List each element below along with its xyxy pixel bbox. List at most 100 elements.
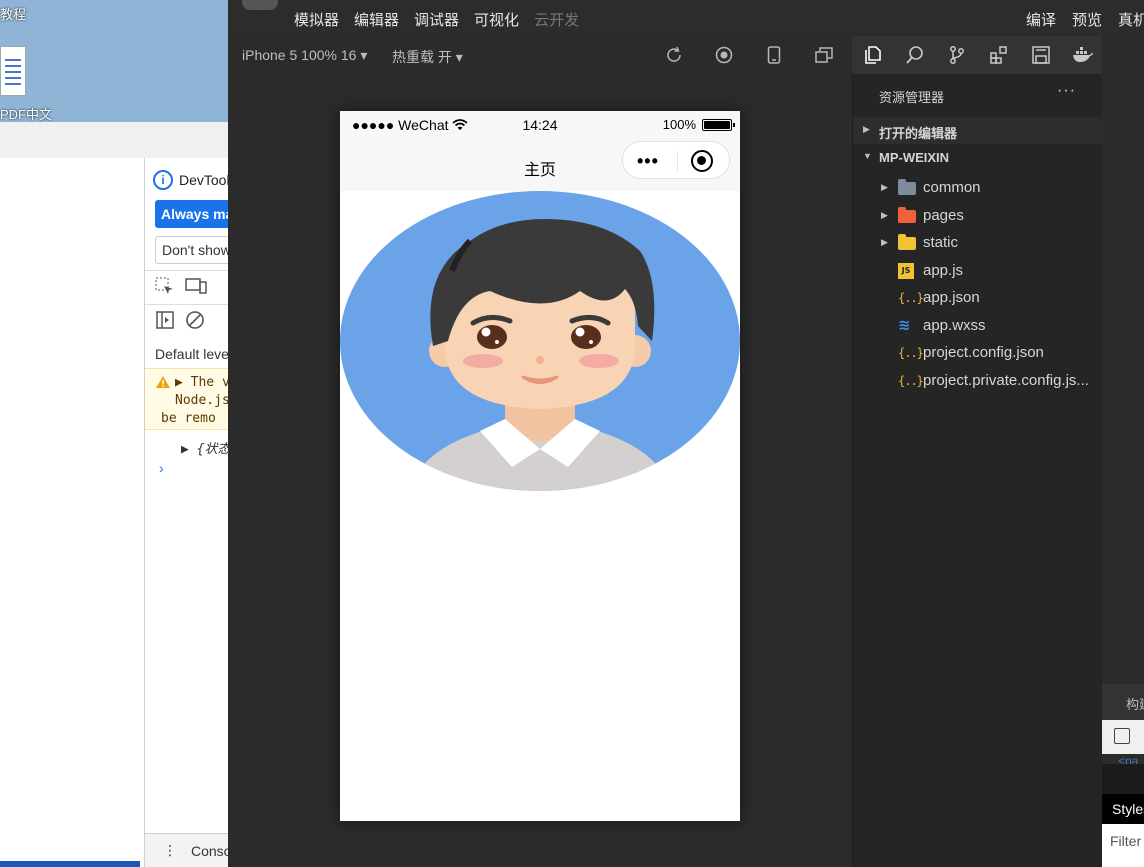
user-avatar[interactable] [242, 0, 278, 10]
css-file-icon: ≋ [898, 316, 911, 334]
capsule-divider [677, 151, 678, 171]
extensions-icon[interactable] [988, 44, 1010, 66]
javascript-file-icon: JS [898, 262, 914, 279]
refresh-icon[interactable] [662, 44, 686, 66]
tree-item-label: project.config.json [923, 344, 1044, 361]
menu-debugger[interactable]: 调试器 [414, 9, 459, 30]
menu-cloud-dev[interactable]: 云开发 [534, 9, 579, 30]
devtools-toolbar [145, 270, 228, 304]
tree-item-project-config-json[interactable]: {..} project.config.json [853, 340, 1103, 367]
battery-status: 100% [662, 117, 735, 132]
devtools-drawer-bar: ⋮ Console [145, 833, 228, 867]
log-levels-dropdown[interactable]: Default levels [155, 346, 228, 362]
avatar-illustration [340, 191, 740, 491]
inspector-spacer [1102, 764, 1144, 794]
sidebar-toggle-icon[interactable] [155, 310, 175, 333]
tree-item-label: pages [923, 206, 964, 224]
desktop-icon-label[interactable]: PDF中文 [0, 104, 52, 123]
explorer-more-icon[interactable]: ··· [1057, 82, 1076, 100]
stop-icon[interactable] [712, 44, 736, 66]
battery-percent: 100% [662, 117, 696, 132]
document-icon[interactable] [0, 46, 26, 96]
build-tab[interactable]: 构建 [1102, 684, 1144, 720]
battery-icon [702, 118, 735, 131]
console-warning-message: ▶ The v Node.js be remo [145, 368, 228, 430]
dont-show-again-button[interactable]: Don't show again [155, 236, 228, 264]
desktop-background: 教程 PDF中文 [0, 0, 228, 122]
styles-tab[interactable]: Styles [1102, 794, 1144, 824]
hot-reload-toggle[interactable]: 热重载 开 ▾ [392, 47, 463, 67]
json-file-icon: {..} [898, 346, 924, 360]
warning-text-line1[interactable]: ▶ The v [175, 375, 228, 390]
tree-item-app-js[interactable]: JS app.js [853, 258, 1103, 285]
battery-fill [704, 120, 730, 129]
files-icon[interactable] [862, 44, 884, 66]
console-object-preview[interactable]: ▶ {状态 [181, 438, 228, 457]
open-editors-section[interactable]: ▶ 打开的编辑器 [853, 117, 1103, 144]
source-control-icon[interactable] [946, 44, 968, 66]
chevron-right-icon: ▶ [863, 124, 870, 134]
styles-filter-input[interactable]: Filter [1102, 824, 1144, 867]
secondary-panel: 构建 <pa Styles Filter [1102, 36, 1144, 867]
compile-button[interactable]: 编译 [1026, 9, 1056, 30]
tree-item-pages[interactable]: ▶ pages [853, 203, 1103, 230]
simulator-area: ●●●●● WeChat 14:24 100% 主页 ••• [228, 74, 852, 867]
devtools-info-text: DevTools [179, 172, 228, 188]
json-file-icon: {..} [898, 373, 924, 388]
project-section[interactable]: ▼ MP-WEIXIN [853, 144, 1103, 171]
more-options-icon[interactable]: ••• [637, 151, 659, 172]
close-miniprogram-icon[interactable] [691, 150, 713, 172]
tree-item-label: app.wxss [923, 316, 986, 334]
search-icon[interactable] [904, 44, 926, 66]
clear-console-icon[interactable] [185, 310, 205, 333]
devtools-info-bar: i DevTools [153, 170, 228, 190]
tree-item-app-wxss[interactable]: ≋ app.wxss [853, 313, 1103, 340]
device-toolbar-icon[interactable] [185, 277, 207, 298]
detach-window-icon[interactable] [812, 44, 836, 66]
phone-navigation-bar: 主页 ••• [340, 139, 740, 191]
open-editors-label: 打开的编辑器 [879, 126, 958, 141]
json-file-icon: {..} [898, 291, 924, 305]
warning-text-line2: Node.js [175, 393, 228, 408]
docker-icon[interactable] [1072, 44, 1094, 66]
ide-menubar: 模拟器 编辑器 调试器 可视化 云开发 编译 预览 真机 [228, 0, 1144, 36]
activity-bar [852, 36, 1102, 74]
chevron-down-icon: ▼ [863, 151, 872, 161]
menu-editor[interactable]: 编辑器 [354, 9, 399, 30]
always-match-language-button[interactable]: Always match Chrome's language [155, 200, 228, 228]
tree-item-static[interactable]: ▶ static [853, 230, 1103, 257]
console-toolbar [145, 304, 228, 338]
tree-item-label: app.json [923, 289, 980, 306]
console-drawer-tab[interactable]: Console [191, 843, 228, 859]
inspector-toolbar [1102, 720, 1144, 754]
console-prompt[interactable]: › [159, 460, 164, 476]
menu-simulator[interactable]: 模拟器 [294, 9, 339, 30]
tree-item-label: project.private.config.js... [923, 371, 1089, 389]
inspect-element-icon[interactable] [155, 277, 175, 298]
menu-visual[interactable]: 可视化 [474, 9, 519, 30]
taskbar-edge [0, 861, 140, 867]
device-selector[interactable]: iPhone 5 100% 16 ▾ [242, 47, 367, 64]
real-device-debug-button[interactable]: 真机 [1118, 9, 1144, 30]
tree-item-app-json[interactable]: {..} app.json [853, 285, 1103, 312]
storage-icon[interactable] [1030, 44, 1052, 66]
more-menu-icon[interactable]: ⋮ [163, 842, 177, 859]
tree-item-common[interactable]: ▶ common [853, 175, 1103, 202]
devtools-panel: i DevTools Always match Chrome's languag… [144, 158, 228, 867]
simulator-toolbar: iPhone 5 100% 16 ▾ 热重载 开 ▾ [228, 36, 852, 74]
tree-item-project-private-config-js[interactable]: {..} project.private.config.js... [853, 368, 1103, 395]
warning-icon [155, 375, 171, 393]
chevron-right-icon: ▶ [881, 209, 888, 220]
explorer-title: 资源管理器 [879, 90, 945, 105]
phone-icon[interactable] [762, 44, 786, 66]
preview-button[interactable]: 预览 [1072, 9, 1102, 30]
select-element-icon[interactable] [1114, 728, 1130, 744]
phone-status-bar: ●●●●● WeChat 14:24 100% [340, 111, 740, 139]
chevron-right-icon: ▶ [881, 237, 888, 247]
chevron-right-icon: ▶ [881, 182, 888, 192]
background-window-titlebar [0, 122, 228, 158]
action-menu: 编译 预览 真机 [1026, 9, 1144, 30]
tree-item-label: common [923, 179, 981, 196]
simulator-actions [662, 44, 836, 66]
folder-icon [898, 234, 916, 250]
